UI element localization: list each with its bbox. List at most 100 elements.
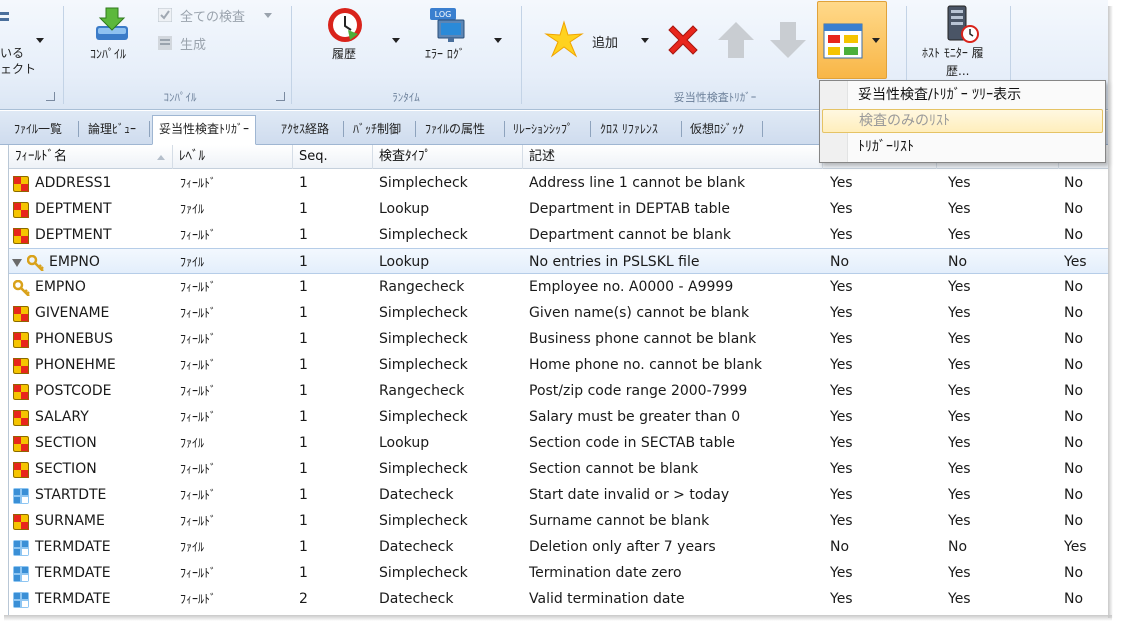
cell-col6: Yes — [830, 487, 853, 503]
table-row[interactable]: PHONEBUS ﾌｨｰﾙﾄﾞ 1 Simplecheck Business phone… — [9, 326, 1109, 352]
table-row[interactable]: SECTION ﾌｧｲﾙ 1 Lookup Section code in SECTAB… — [9, 430, 1109, 456]
tab-logical-view[interactable]: 論理ﾋﾞｭｰ — [82, 116, 142, 143]
cell-col6: Yes — [830, 201, 853, 217]
validation-rule-icon — [13, 358, 29, 374]
error-log-dropdown-arrow[interactable] — [494, 38, 502, 43]
move-down-arrow-icon[interactable] — [768, 20, 808, 60]
cell-description: Given name(s) cannot be blank — [529, 305, 750, 321]
error-log-button[interactable]: ｴﾗｰ ﾛｸﾞ — [425, 45, 465, 62]
history-button[interactable]: 履歴 — [332, 45, 356, 62]
cell-seq: 1 — [299, 487, 308, 503]
table-row[interactable]: EMPNO ﾌｧｲﾙ 1 Lookup No entries in PSLSKL fil… — [9, 248, 1109, 274]
expand-triangle-icon[interactable] — [12, 257, 28, 273]
cell-field-name: SECTION — [35, 461, 97, 477]
table-row[interactable]: PHONEHME ﾌｨｰﾙﾄﾞ 1 Simplecheck Home phone no.… — [9, 352, 1109, 378]
tab-access-paths[interactable]: ｱｸｾｽ経路 — [275, 116, 335, 143]
add-button[interactable]: 追加 — [592, 32, 618, 51]
history-dropdown-arrow[interactable] — [392, 38, 400, 43]
host-monitor-history-button[interactable]: ﾎｽﾄ ﾓﾆﾀｰ 履 — [922, 44, 984, 61]
cell-col8: No — [1064, 331, 1084, 347]
cell-check-type: Simplecheck — [379, 227, 468, 243]
compile-icon[interactable] — [92, 6, 132, 44]
tab-relationships[interactable]: ﾘﾚｰｼｮﾝｼｯﾌﾟ — [507, 116, 579, 143]
table-row[interactable]: TERMDATE ﾌｨｰﾙﾄﾞ 1 Simplecheck Termination da… — [9, 560, 1109, 586]
host-monitor-history-button-line2[interactable]: 歴... — [946, 62, 969, 79]
project-dropdown-arrow[interactable] — [36, 38, 44, 43]
cell-seq: 1 — [299, 201, 308, 217]
cell-field-name: GIVENAME — [35, 305, 110, 321]
validation-rule-icon — [13, 202, 29, 218]
tab-file-attributes[interactable]: ﾌｧｲﾙの属性 — [419, 116, 491, 143]
cell-field-name: TERMDATE — [35, 539, 111, 555]
menu-item-tree-view[interactable]: 妥当性検査/ﾄﾘｶﾞｰ ﾂﾘｰ表示 — [822, 83, 1103, 107]
tab-validation-triggers[interactable]: 妥当性検査ﾄﾘｶﾞｰ — [152, 115, 257, 145]
column-header-seq[interactable]: Seq. — [293, 145, 373, 169]
table-row[interactable]: SALARY ﾌｨｰﾙﾄﾞ 1 Simplecheck Salary must be g… — [9, 404, 1109, 430]
cell-check-type: Simplecheck — [379, 175, 468, 191]
check-all-dropdown-arrow[interactable] — [264, 13, 272, 18]
view-mode-dropdown-arrow[interactable] — [872, 38, 880, 43]
check-all-button[interactable]: 全ての検査 — [180, 6, 245, 25]
table-row[interactable]: SECTION ﾌｨｰﾙﾄﾞ 1 Simplecheck Section cannot … — [9, 456, 1109, 482]
column-header-field-name[interactable]: ﾌｨｰﾙﾄﾞ名 — [9, 145, 173, 169]
cell-description: Section code in SECTAB table — [529, 435, 735, 451]
table-row[interactable]: DEPTMENT ﾌｧｲﾙ 1 Lookup Department in DEPTAB … — [9, 196, 1109, 222]
column-header-check-type[interactable]: 検査ﾀｲﾌﾟ — [373, 145, 523, 169]
table-row[interactable]: SURNAME ﾌｨｰﾙﾄﾞ 1 Simplecheck Surname cannot … — [9, 508, 1109, 534]
cell-level: ﾌｨｰﾙﾄﾞ — [180, 332, 217, 346]
cell-field-name: SALARY — [35, 409, 89, 425]
view-mode-dropdown-button[interactable] — [817, 1, 887, 79]
add-star-icon[interactable] — [544, 20, 584, 60]
validation-rule-icon — [13, 306, 29, 322]
cell-description: Department in DEPTAB table — [529, 201, 731, 217]
menu-item-trigger-list[interactable]: ﾄﾘｶﾞｰﾘｽﾄ — [822, 135, 1103, 159]
cell-col7: Yes — [948, 435, 971, 451]
history-clock-icon[interactable] — [326, 6, 364, 44]
tab-batch-control[interactable]: ﾊﾞｯﾁ制御 — [347, 116, 407, 143]
cell-level: ﾌｨｰﾙﾄﾞ — [180, 176, 217, 190]
cell-col6: Yes — [830, 279, 853, 295]
menu-item-checks-only-list[interactable]: 検査のみのﾘｽﾄ — [822, 109, 1103, 133]
cell-seq: 1 — [299, 357, 308, 373]
table-row[interactable]: POSTCODE ﾌｨｰﾙﾄﾞ 1 Rangecheck Post/zip code r… — [9, 378, 1109, 404]
window-shadow-right — [1108, 6, 1113, 618]
cell-check-type: Lookup — [379, 254, 430, 270]
cell-description: Salary must be greater than 0 — [529, 409, 741, 425]
cell-col8: No — [1064, 227, 1084, 243]
error-log-icon[interactable]: LOG — [428, 6, 466, 44]
tab-virtual-logic[interactable]: 仮想ﾛｼﾞｯｸ — [684, 116, 750, 143]
table-row[interactable]: DEPTMENT ﾌｨｰﾙﾄﾞ 1 Simplecheck Department can… — [9, 222, 1109, 248]
group-label-validation: 妥当性検査ﾄﾘｶﾞｰ — [673, 91, 757, 104]
cell-col7: Yes — [948, 565, 971, 581]
cell-description: Start date invalid or > today — [529, 487, 730, 503]
group-launcher-left[interactable] — [46, 92, 55, 101]
cell-level: ﾌｨｰﾙﾄﾞ — [180, 280, 217, 294]
cell-col6: Yes — [830, 331, 853, 347]
validation-rule-icon — [13, 228, 29, 244]
project-icon[interactable] — [0, 10, 10, 34]
tab-cross-reference[interactable]: ｸﾛｽ ﾘﾌｧﾚﾝｽ — [594, 116, 664, 143]
tab-file-list[interactable]: ﾌｧｲﾙ一覧 — [8, 116, 68, 143]
cell-col6: Yes — [830, 383, 853, 399]
cell-col7: Yes — [948, 357, 971, 373]
table-row[interactable]: GIVENAME ﾌｨｰﾙﾄﾞ 1 Simplecheck Given name(s) … — [9, 300, 1109, 326]
validation-grid: ﾌｨｰﾙﾄﾞ名 ﾚﾍﾞﾙ Seq. 検査ﾀｲﾌﾟ 記述 ADDRESS1 ﾌｨｰﾙ… — [8, 145, 1109, 615]
cell-field-name: DEPTMENT — [35, 201, 112, 217]
cell-col8: No — [1064, 383, 1084, 399]
table-row[interactable]: STARTDTE ﾌｨｰﾙﾄﾞ 1 Datecheck Start date inval… — [9, 482, 1109, 508]
add-dropdown-arrow[interactable] — [641, 38, 649, 43]
group-launcher-compile[interactable] — [276, 92, 285, 101]
move-up-arrow-icon[interactable] — [716, 20, 756, 60]
compile-button[interactable]: ｺﾝﾊﾟｲﾙ — [90, 45, 126, 62]
table-row[interactable]: TERMDATE ﾌｧｲﾙ 1 Datecheck Deletion only afte… — [9, 534, 1109, 560]
table-row[interactable]: EMPNO ﾌｨｰﾙﾄﾞ 1 Rangecheck Employee no. A0000… — [9, 274, 1109, 300]
cell-col6: Yes — [830, 513, 853, 529]
column-header-description[interactable]: 記述 — [523, 145, 823, 169]
cell-col6: Yes — [830, 565, 853, 581]
table-row[interactable]: TERMDATE ﾌｨｰﾙﾄﾞ 2 Datecheck Valid terminatio… — [9, 586, 1109, 612]
column-header-level[interactable]: ﾚﾍﾞﾙ — [173, 145, 293, 169]
host-monitor-icon[interactable] — [944, 4, 980, 44]
delete-x-icon[interactable] — [663, 20, 703, 60]
table-row[interactable]: ADDRESS1 ﾌｨｰﾙﾄﾞ 1 Simplecheck Address line 1… — [9, 170, 1109, 196]
generate-button[interactable]: 生成 — [180, 34, 206, 53]
